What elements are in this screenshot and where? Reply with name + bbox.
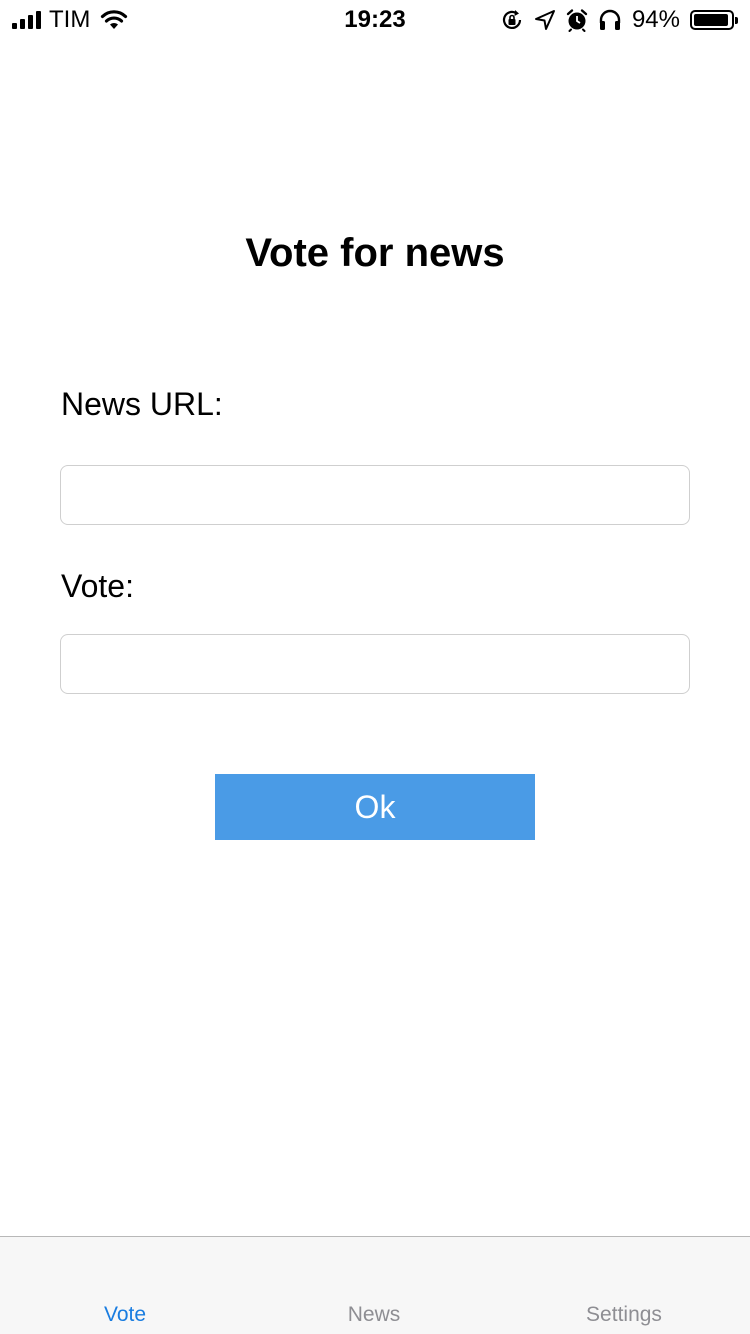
alarm-icon: [566, 9, 588, 32]
page-title: Vote for news: [245, 231, 505, 275]
tab-settings[interactable]: Settings: [499, 1297, 749, 1333]
tab-bar: Vote News Settings: [0, 1236, 750, 1334]
news-url-label: News URL:: [61, 386, 223, 422]
headphones-icon: [599, 9, 621, 30]
battery-icon: [690, 10, 738, 30]
ok-button[interactable]: Ok: [215, 774, 535, 840]
tab-vote[interactable]: Vote: [0, 1297, 250, 1333]
location-icon: [534, 10, 555, 30]
tab-news[interactable]: News: [249, 1297, 499, 1333]
battery-percent: 94%: [631, 6, 680, 33]
rotation-lock-icon: [502, 10, 522, 29]
news-url-input[interactable]: [60, 465, 690, 525]
vote-input[interactable]: [60, 634, 690, 694]
status-right: 94%: [500, 6, 738, 34]
battery-level: [694, 14, 728, 26]
status-bar: TIM 19:23 94%: [0, 0, 750, 40]
vote-label: Vote:: [61, 568, 134, 604]
battery-nub: [735, 17, 738, 24]
